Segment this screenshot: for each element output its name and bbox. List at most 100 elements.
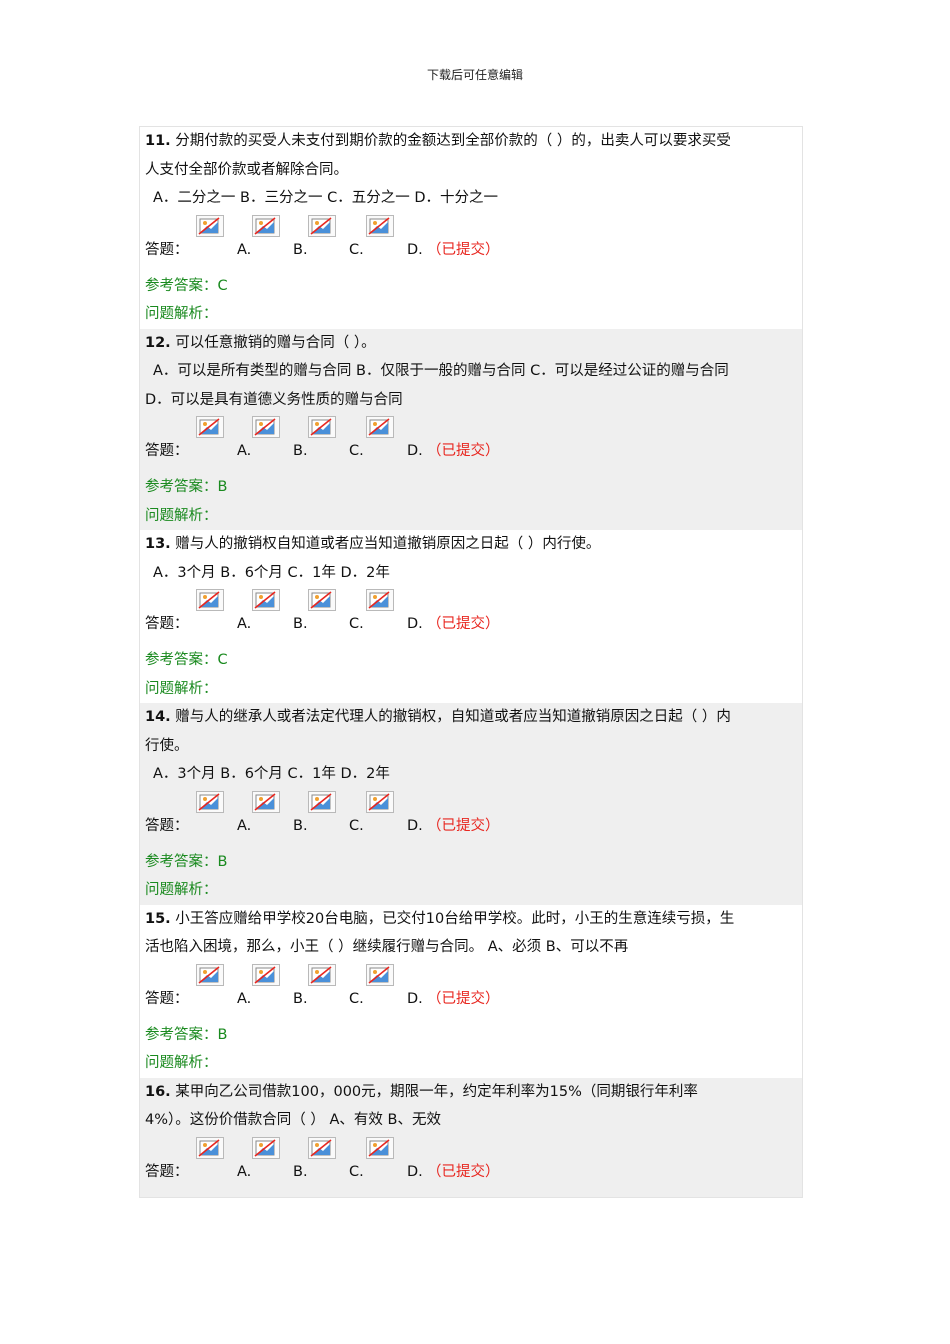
broken-image-icon[interactable] — [308, 1136, 336, 1159]
reference-answer-value: B — [217, 853, 228, 870]
question-block: 13. 赠与人的撤销权自知道或者应当知道撤销原因之日起（ ）内行使。 A．3个月 … — [140, 530, 802, 703]
answer-row: 答题： A. B. C. D. （已提交） — [145, 440, 797, 464]
choice-d[interactable]: D. — [407, 440, 423, 462]
choice-d[interactable]: D. — [407, 1161, 423, 1183]
broken-image-icon[interactable] — [366, 790, 394, 813]
broken-image-icon[interactable] — [252, 214, 280, 237]
question-text-line: 16. 某甲向乙公司借款100，000元，期限一年，约定年利率为15%（同期银行… — [145, 1078, 797, 1107]
options-text: A．二分之一 B．三分之一 C．五分之一 D．十分之一 — [153, 190, 498, 206]
choice-c[interactable]: C. — [349, 613, 364, 635]
options-text: D．可以是具有道德义务性质的赠与合同 — [145, 391, 403, 408]
choice-c[interactable]: C. — [349, 815, 364, 837]
choice-a[interactable]: A. — [237, 613, 251, 635]
choice-c[interactable]: C. — [349, 239, 364, 261]
question-text-line: 人支付全部价款或者解除合同。 — [145, 156, 797, 185]
reference-answer-label: 参考答案： — [145, 853, 218, 870]
reference-answer-value: C — [217, 652, 228, 668]
choice-c[interactable]: C. — [349, 440, 364, 462]
choice-a[interactable]: A. — [237, 239, 251, 261]
choice-d[interactable]: D. — [407, 613, 423, 635]
broken-image-icon[interactable] — [196, 589, 224, 611]
broken-image-icon[interactable] — [196, 416, 224, 438]
choice-d[interactable]: D. — [407, 988, 423, 1010]
broken-image-icon[interactable] — [196, 214, 224, 237]
answer-label: 答题： — [145, 1163, 189, 1180]
broken-image-icon[interactable] — [252, 416, 280, 438]
choice-c[interactable]: C. — [349, 988, 364, 1010]
question-block: 12. 可以任意撤销的赠与合同（ ）。 A．可以是所有类型的赠与合同 B．仅限于一… — [140, 328, 802, 530]
choice-a[interactable]: A. — [237, 988, 251, 1010]
question-text-line: 12. 可以任意撤销的赠与合同（ ）。 — [145, 329, 797, 358]
broken-image-icon[interactable] — [252, 1136, 280, 1159]
choice-icons-row — [145, 213, 797, 239]
broken-image-icon[interactable] — [366, 963, 394, 986]
broken-image-icon[interactable] — [252, 790, 280, 813]
choice-a[interactable]: A. — [237, 440, 251, 462]
submitted-status: （已提交） — [427, 1163, 500, 1180]
broken-image-icon[interactable] — [252, 589, 280, 611]
question-analysis: 问题解析： — [145, 680, 218, 697]
reference-answer: 参考答案：C — [145, 272, 797, 301]
broken-image-icon[interactable] — [366, 416, 394, 438]
question-text: 行使。 — [145, 737, 189, 754]
answer-row: 答题： A. B. C. D. （已提交） — [145, 815, 797, 839]
broken-image-icon[interactable] — [252, 963, 280, 986]
question-analysis: 问题解析： — [145, 1055, 218, 1071]
broken-image-icon[interactable] — [366, 214, 394, 237]
question-number: 14. — [145, 709, 171, 725]
choice-d[interactable]: D. — [407, 239, 423, 261]
submitted-status: （已提交） — [427, 990, 500, 1007]
question-block: 14. 赠与人的继承人或者法定代理人的撤销权，自知道或者应当知道撤销原因之日起（… — [140, 703, 802, 905]
broken-image-icon[interactable] — [196, 790, 224, 813]
broken-image-icon[interactable] — [196, 963, 224, 986]
choice-b[interactable]: B. — [293, 613, 308, 635]
submitted-status: （已提交） — [427, 443, 500, 459]
broken-image-icon[interactable] — [366, 1136, 394, 1159]
submitted-status: （已提交） — [427, 817, 500, 834]
choice-icons-row — [145, 962, 797, 988]
choice-b[interactable]: B. — [293, 988, 308, 1010]
question-text-line: 11. 分期付款的买受人未支付到期价款的金额达到全部价款的（ ）的，出卖人可以要… — [145, 127, 797, 156]
question-text-line: 4%）。这份价借款合同（ ） A、有效 B、无效 — [145, 1106, 797, 1135]
choice-a[interactable]: A. — [237, 1161, 251, 1183]
reference-answer: 参考答案：B — [145, 848, 797, 877]
question-text-line: 14. 赠与人的继承人或者法定代理人的撤销权，自知道或者应当知道撤销原因之日起（… — [145, 703, 797, 732]
broken-image-icon[interactable] — [366, 589, 394, 611]
question-block: 16. 某甲向乙公司借款100，000元，期限一年，约定年利率为15%（同期银行… — [140, 1077, 802, 1197]
broken-image-icon[interactable] — [308, 214, 336, 237]
answer-row: 答题： A. B. C. D. （已提交） — [145, 613, 797, 637]
choice-d[interactable]: D. — [407, 815, 423, 837]
reference-answer-label: 参考答案： — [145, 479, 218, 495]
question-text: 小王答应赠给甲学校20台电脑，已交付10台给甲学校。此时，小王的生意连续亏损，生 — [175, 910, 735, 927]
broken-image-icon[interactable] — [196, 1136, 224, 1159]
choice-c[interactable]: C. — [349, 1161, 364, 1183]
broken-image-icon[interactable] — [308, 589, 336, 611]
answer-row: 答题： A. B. C. D. （已提交） — [145, 1161, 797, 1185]
options-text: A．3个月 B．6个月 C．1年 D．2年 — [153, 564, 390, 581]
question-text: 某甲向乙公司借款100，000元，期限一年，约定年利率为15%（同期银行年利率 — [175, 1083, 698, 1100]
choice-b[interactable]: B. — [293, 1161, 308, 1183]
question-text: 4%）。这份价借款合同（ ） A、有效 B、无效 — [145, 1112, 441, 1128]
reference-answer-value: B — [217, 1026, 228, 1043]
choice-a[interactable]: A. — [237, 815, 251, 837]
submitted-status: （已提交） — [427, 616, 500, 632]
choice-icons-row — [145, 414, 797, 440]
question-text: 赠与人的继承人或者法定代理人的撤销权，自知道或者应当知道撤销原因之日起（ ）内 — [175, 709, 731, 725]
submitted-status: （已提交） — [427, 241, 500, 258]
broken-image-icon[interactable] — [308, 790, 336, 813]
broken-image-icon[interactable] — [308, 963, 336, 986]
choice-b[interactable]: B. — [293, 815, 308, 837]
choice-icons-row — [145, 789, 797, 815]
reference-answer-label: 参考答案： — [145, 277, 218, 294]
answer-label: 答题： — [145, 817, 189, 834]
choice-b[interactable]: B. — [293, 239, 308, 261]
question-text-line: 行使。 — [145, 732, 797, 761]
reference-answer: 参考答案：C — [145, 646, 797, 675]
choice-b[interactable]: B. — [293, 440, 308, 462]
reference-answer-label: 参考答案： — [145, 652, 218, 668]
question-number: 16. — [145, 1083, 171, 1100]
broken-image-icon[interactable] — [308, 416, 336, 438]
question-block: 15. 小王答应赠给甲学校20台电脑，已交付10台给甲学校。此时，小王的生意连续… — [140, 904, 802, 1078]
question-block: 11. 分期付款的买受人未支付到期价款的金额达到全部价款的（ ）的，出卖人可以要… — [140, 127, 802, 329]
reference-answer-value: C — [217, 277, 228, 294]
